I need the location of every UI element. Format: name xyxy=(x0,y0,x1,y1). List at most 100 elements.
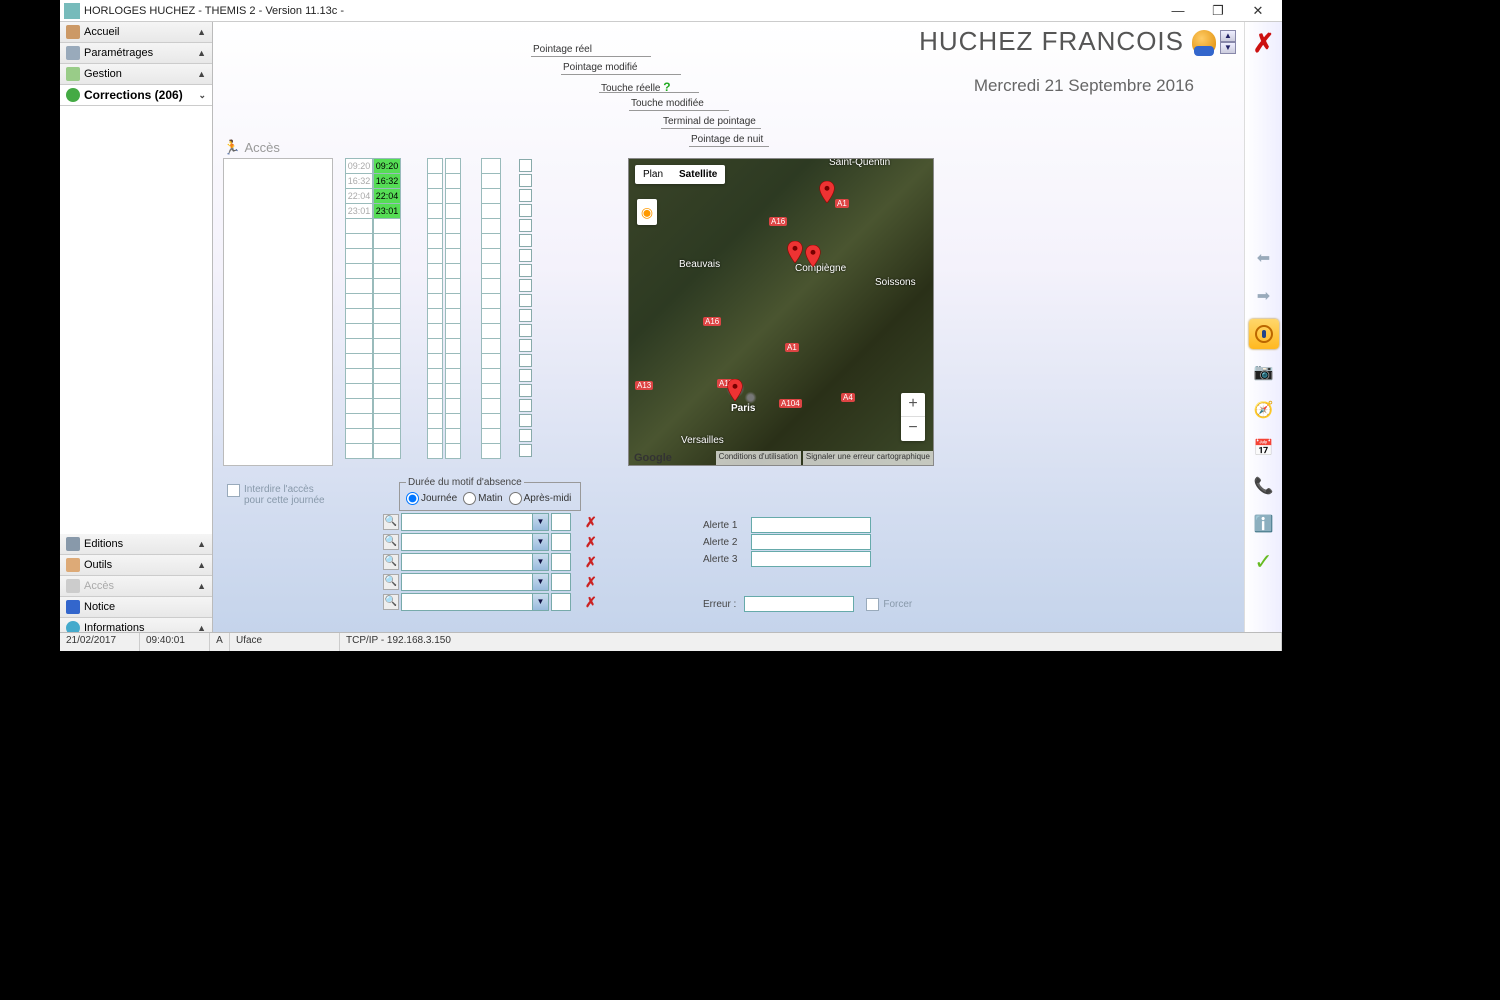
touche-modifiee-cell[interactable] xyxy=(445,263,461,279)
search-icon[interactable]: 🔍 xyxy=(383,514,399,530)
terminal-cell[interactable] xyxy=(481,233,501,249)
touche-reelle-cell[interactable] xyxy=(427,218,443,234)
checkbox-icon[interactable] xyxy=(227,484,240,497)
nuit-checkbox[interactable] xyxy=(519,219,532,232)
delete-button[interactable]: ✗ xyxy=(585,554,597,571)
combo-dropdown-button[interactable]: ▼ xyxy=(532,514,548,530)
time-real-cell[interactable] xyxy=(345,278,373,294)
nuit-checkbox[interactable] xyxy=(519,339,532,352)
nuit-checkbox[interactable] xyxy=(519,159,532,172)
zoom-in-button[interactable]: + xyxy=(901,393,925,417)
spin-down-button[interactable]: ▼ xyxy=(1220,42,1236,54)
time-modified-cell[interactable] xyxy=(373,368,401,384)
checkbox-icon[interactable] xyxy=(866,598,879,611)
touche-modifiee-cell[interactable] xyxy=(445,188,461,204)
search-icon[interactable]: 🔍 xyxy=(383,574,399,590)
time-modified-cell[interactable] xyxy=(373,428,401,444)
motif-combo[interactable]: ▼ xyxy=(401,593,549,611)
touche-modifiee-cell[interactable] xyxy=(445,398,461,414)
touche-reelle-cell[interactable] xyxy=(427,278,443,294)
next-button[interactable]: ➡ xyxy=(1249,281,1279,311)
time-modified-cell[interactable] xyxy=(373,308,401,324)
map-satellite-button[interactable]: Satellite xyxy=(671,165,725,184)
time-real-cell[interactable] xyxy=(345,353,373,369)
touche-reelle-cell[interactable] xyxy=(427,173,443,189)
forcer-checkbox[interactable]: Forcer xyxy=(866,598,912,611)
touche-reelle-cell[interactable] xyxy=(427,158,443,174)
time-modified-cell[interactable] xyxy=(373,293,401,309)
zoom-out-button[interactable]: − xyxy=(901,417,925,441)
time-real-cell[interactable] xyxy=(345,443,373,459)
search-icon[interactable]: 🔍 xyxy=(383,594,399,610)
touche-modifiee-cell[interactable] xyxy=(445,308,461,324)
sidebar-item-editions[interactable]: Editions▲ xyxy=(60,534,212,555)
motif-combo[interactable]: ▼ xyxy=(401,553,549,571)
nuit-checkbox[interactable] xyxy=(519,399,532,412)
motif-combo[interactable]: ▼ xyxy=(401,573,549,591)
time-modified-cell[interactable]: 22:04 xyxy=(373,188,401,204)
map-marker-icon[interactable] xyxy=(787,241,803,263)
motif-value-input[interactable] xyxy=(551,533,571,551)
touche-modifiee-cell[interactable] xyxy=(445,248,461,264)
touche-reelle-cell[interactable] xyxy=(427,323,443,339)
gauge-button[interactable]: 🧭 xyxy=(1249,395,1279,425)
combo-dropdown-button[interactable]: ▼ xyxy=(532,574,548,590)
touche-modifiee-cell[interactable] xyxy=(445,233,461,249)
nuit-checkbox[interactable] xyxy=(519,249,532,262)
touche-reelle-cell[interactable] xyxy=(427,353,443,369)
terminal-cell[interactable] xyxy=(481,443,501,459)
nuit-checkbox[interactable] xyxy=(519,429,532,442)
map-terms-link[interactable]: Conditions d'utilisation xyxy=(716,451,801,465)
maximize-button[interactable]: ❐ xyxy=(1198,1,1238,21)
touche-reelle-cell[interactable] xyxy=(427,383,443,399)
terminal-cell[interactable] xyxy=(481,158,501,174)
map-marker-icon[interactable] xyxy=(805,245,821,267)
time-modified-cell[interactable]: 09:20 xyxy=(373,158,401,174)
touche-modifiee-cell[interactable] xyxy=(445,203,461,219)
touche-modifiee-cell[interactable] xyxy=(445,293,461,309)
radio-matin[interactable]: Matin xyxy=(463,492,502,505)
nuit-checkbox[interactable] xyxy=(519,384,532,397)
time-modified-cell[interactable] xyxy=(373,398,401,414)
time-real-cell[interactable] xyxy=(345,398,373,414)
search-icon[interactable]: 🔍 xyxy=(383,534,399,550)
time-real-cell[interactable] xyxy=(345,338,373,354)
validate-button[interactable]: ✓ xyxy=(1249,547,1279,577)
time-real-cell[interactable] xyxy=(345,218,373,234)
sidebar-item-corrections[interactable]: Corrections (206)⌄ xyxy=(60,85,212,106)
time-modified-cell[interactable] xyxy=(373,413,401,429)
radio-apresmidi[interactable]: Après-midi xyxy=(509,492,572,505)
time-modified-cell[interactable]: 23:01 xyxy=(373,203,401,219)
time-real-cell[interactable] xyxy=(345,428,373,444)
nuit-checkbox[interactable] xyxy=(519,264,532,277)
time-real-cell[interactable] xyxy=(345,308,373,324)
time-real-cell[interactable] xyxy=(345,233,373,249)
motif-combo[interactable]: ▼ xyxy=(401,513,549,531)
touche-modifiee-cell[interactable] xyxy=(445,383,461,399)
time-modified-cell[interactable]: 16:32 xyxy=(373,173,401,189)
map-marker-icon[interactable] xyxy=(819,181,835,203)
map-plan-button[interactable]: Plan xyxy=(635,165,671,184)
touche-modifiee-cell[interactable] xyxy=(445,353,461,369)
combo-dropdown-button[interactable]: ▼ xyxy=(532,594,548,610)
motif-value-input[interactable] xyxy=(551,573,571,591)
sidebar-item-acces[interactable]: Accès▲ xyxy=(60,576,212,597)
spin-up-button[interactable]: ▲ xyxy=(1220,30,1236,42)
terminal-cell[interactable] xyxy=(481,173,501,189)
cancel-button[interactable]: ✗ xyxy=(1253,28,1275,59)
motif-value-input[interactable] xyxy=(551,593,571,611)
touche-reelle-cell[interactable] xyxy=(427,368,443,384)
touche-reelle-cell[interactable] xyxy=(427,338,443,354)
motif-combo[interactable]: ▼ xyxy=(401,533,549,551)
minimize-button[interactable]: ― xyxy=(1158,1,1198,21)
terminal-cell[interactable] xyxy=(481,248,501,264)
time-real-cell[interactable] xyxy=(345,263,373,279)
nuit-checkbox[interactable] xyxy=(519,234,532,247)
terminal-cell[interactable] xyxy=(481,413,501,429)
time-modified-cell[interactable] xyxy=(373,443,401,459)
delete-button[interactable]: ✗ xyxy=(585,574,597,591)
map-marker-icon[interactable] xyxy=(727,379,743,401)
touche-reelle-cell[interactable] xyxy=(427,263,443,279)
touche-modifiee-cell[interactable] xyxy=(445,158,461,174)
time-modified-cell[interactable] xyxy=(373,248,401,264)
